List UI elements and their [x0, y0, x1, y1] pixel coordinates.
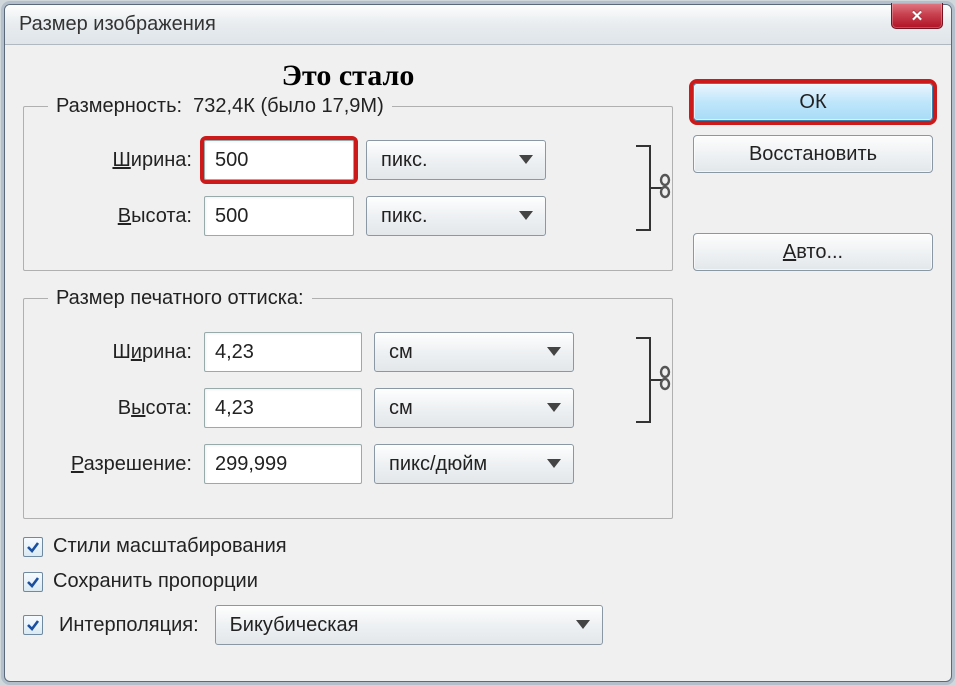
pixel-size-was: (было 17,9М) [260, 95, 383, 117]
chevron-down-icon [519, 211, 533, 221]
pixel-size-current: 732,4К [193, 95, 255, 117]
print-dimensions-group: Размер печатного оттиска: Ширина: см Выс… [23, 287, 673, 519]
scale-styles-label: Стили масштабирования [53, 535, 287, 558]
checkmark-icon [26, 540, 40, 554]
titlebar: Размер изображения ✕ [5, 5, 951, 45]
pixel-height-label: Высота: [42, 205, 192, 228]
checkmark-icon [26, 618, 40, 632]
print-height-label: Высота: [42, 397, 192, 420]
print-height-input[interactable] [204, 388, 362, 428]
print-height-unit-dropdown[interactable]: см [374, 388, 574, 428]
options-group: Стили масштабирования Сохранить пропорци… [23, 535, 673, 645]
auto-button-label: Авто... [783, 241, 843, 264]
print-width-unit-dropdown[interactable]: см [374, 332, 574, 372]
pixel-width-row: Ширина: пикс. [42, 140, 654, 180]
interpolation-value: Бикубическая [230, 614, 359, 637]
chevron-down-icon [547, 347, 561, 357]
constrain-checkbox[interactable] [23, 572, 43, 592]
reset-button[interactable]: Восстановить [693, 135, 933, 173]
dialog-content: Это стало Размерность: 732,4К (было 17,9… [5, 45, 951, 681]
interpolation-checkbox[interactable] [23, 615, 43, 635]
main-column: Это стало Размерность: 732,4К (было 17,9… [23, 59, 673, 663]
dialog-window: Размер изображения ✕ Это стало Размернос… [4, 4, 952, 682]
interpolation-label: Интерполяция: [59, 614, 199, 637]
interpolation-dropdown[interactable]: Бикубическая [215, 605, 603, 645]
chevron-down-icon [547, 459, 561, 469]
constrain-label: Сохранить пропорции [53, 570, 258, 593]
print-width-row: Ширина: см [42, 332, 654, 372]
ok-button[interactable]: ОК [693, 83, 933, 121]
chain-link-icon [656, 173, 674, 199]
pixel-dimensions-group: Размерность: 732,4К (было 17,9М) Ширина:… [23, 95, 673, 271]
print-width-label: Ширина: [42, 341, 192, 364]
chevron-down-icon [519, 155, 533, 165]
pixel-height-unit-dropdown[interactable]: пикс. [366, 196, 546, 236]
close-button[interactable]: ✕ [891, 3, 943, 29]
chevron-down-icon [547, 403, 561, 413]
resolution-unit-dropdown[interactable]: пикс/дюйм [374, 444, 574, 484]
interpolation-row: Интерполяция: Бикубическая [23, 605, 673, 645]
checkmark-icon [26, 575, 40, 589]
scale-styles-row: Стили масштабирования [23, 535, 673, 558]
pixel-height-unit-value: пикс. [381, 205, 428, 228]
resolution-row: Разрешение: пикс/дюйм [42, 444, 654, 484]
print-width-input[interactable] [204, 332, 362, 372]
pixel-legend-prefix: Размерность: [56, 95, 182, 117]
side-column: ОК Восстановить Авто... [693, 59, 933, 663]
pixel-dimensions-legend: Размерность: 732,4К (было 17,9М) [48, 95, 392, 118]
pixel-width-input[interactable] [204, 140, 354, 180]
print-height-row: Высота: см [42, 388, 654, 428]
resolution-input[interactable] [204, 444, 362, 484]
chevron-down-icon [576, 620, 590, 630]
annotation-text: Это стало [23, 59, 673, 93]
print-dimensions-legend: Размер печатного оттиска: [48, 287, 312, 310]
reset-button-label: Восстановить [749, 143, 877, 166]
print-width-unit-value: см [389, 341, 413, 364]
auto-button[interactable]: Авто... [693, 233, 933, 271]
scale-styles-checkbox[interactable] [23, 537, 43, 557]
window-title: Размер изображения [19, 13, 216, 36]
resolution-unit-value: пикс/дюйм [389, 453, 487, 476]
chain-link-icon [656, 365, 674, 391]
pixel-height-input[interactable] [204, 196, 354, 236]
ok-button-label: ОК [799, 91, 826, 114]
constrain-row: Сохранить пропорции [23, 570, 673, 593]
resolution-label: Разрешение: [42, 453, 192, 476]
pixel-width-unit-dropdown[interactable]: пикс. [366, 140, 546, 180]
pixel-height-row: Высота: пикс. [42, 196, 654, 236]
print-height-unit-value: см [389, 397, 413, 420]
pixel-width-unit-value: пикс. [381, 149, 428, 172]
pixel-width-label: Ширина: [42, 149, 192, 172]
close-icon: ✕ [911, 7, 924, 25]
